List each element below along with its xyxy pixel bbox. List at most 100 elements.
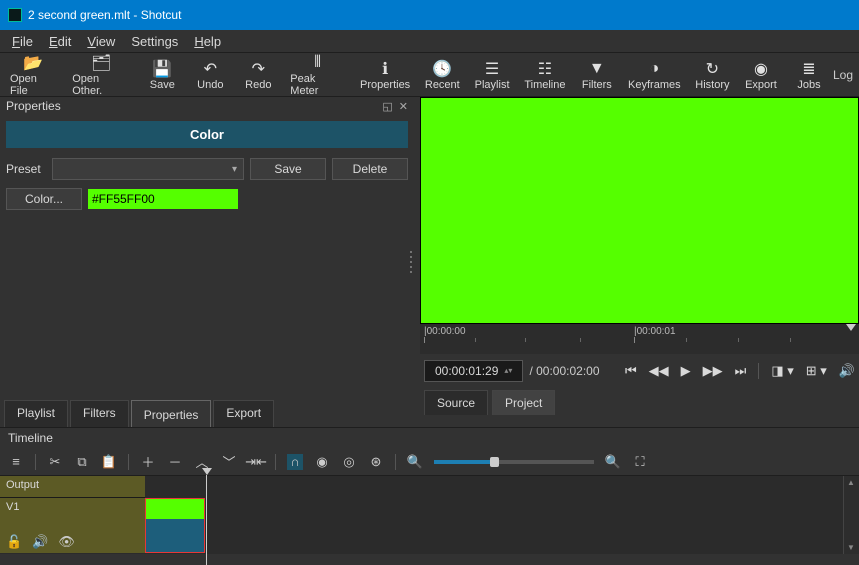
- log-button[interactable]: Log: [833, 68, 857, 82]
- timeline-tracks: Output V1 🔓 🔊 👁: [0, 476, 859, 554]
- volume-button[interactable]: 🔊: [839, 363, 855, 379]
- fast-forward-button[interactable]: ▶▶: [703, 363, 723, 379]
- properties-panel-header: Properties ◱ ✕: [0, 97, 414, 115]
- snap-icon[interactable]: ∩: [287, 454, 303, 470]
- redo-button[interactable]: ↷Redo: [234, 57, 282, 93]
- zoom-slider[interactable]: [434, 460, 594, 464]
- info-icon: ℹ: [382, 59, 388, 79]
- open-file-button[interactable]: 📂Open File: [2, 51, 64, 99]
- panel-undock-icon[interactable]: ◱: [382, 100, 392, 113]
- output-track-header[interactable]: Output: [0, 476, 145, 498]
- timeline-clip[interactable]: [145, 498, 205, 553]
- folder-open-icon: 📂: [23, 53, 43, 73]
- preview-viewport[interactable]: [420, 97, 859, 324]
- track-lock-icon[interactable]: 🔓: [6, 534, 22, 550]
- save-icon: 💾: [152, 59, 172, 79]
- transport-bar: 00:00:01:29 / 00:00:02:00 ⏮ ◀◀ ▶ ▶▶ ⏭ ◨ …: [420, 354, 859, 388]
- menu-help[interactable]: Help: [186, 34, 229, 49]
- zoom-in-icon[interactable]: 🔍: [605, 454, 621, 470]
- preview-tab-bar: Source Project: [420, 388, 859, 417]
- grid-toggle-button[interactable]: ⊞ ▾: [806, 363, 827, 379]
- window-title: 2 second green.mlt - Shotcut: [28, 8, 181, 22]
- funnel-icon: ▼: [589, 59, 605, 79]
- track-hide-icon[interactable]: 👁: [58, 534, 75, 550]
- rewind-button[interactable]: ◀◀: [649, 363, 669, 379]
- history-button[interactable]: ↻History: [688, 57, 737, 93]
- zoom-out-icon[interactable]: 🔍: [407, 454, 423, 470]
- tab-export[interactable]: Export: [213, 400, 274, 427]
- menu-view[interactable]: View: [79, 34, 123, 49]
- v1-track-header[interactable]: V1 🔓 🔊 👁: [0, 498, 145, 553]
- tab-source[interactable]: Source: [424, 390, 488, 415]
- overwrite-icon[interactable]: ﹀: [221, 454, 237, 470]
- track-label: V1: [6, 501, 19, 513]
- ripple-icon[interactable]: ◎: [341, 454, 357, 470]
- undo-button[interactable]: ↶Undo: [186, 57, 234, 93]
- properties-panel-title: Properties: [6, 99, 61, 113]
- app-icon: [8, 8, 22, 22]
- remove-icon[interactable]: －: [167, 454, 183, 470]
- open-other-button[interactable]: 🗂Open Other.: [64, 51, 138, 99]
- export-button[interactable]: ◉Export: [737, 57, 785, 93]
- split-icon[interactable]: ⇥⇤: [248, 454, 264, 470]
- meter-icon: ⫴: [314, 53, 321, 73]
- scrub-icon[interactable]: ◉: [314, 454, 330, 470]
- duration-label: / 00:00:02:00: [529, 364, 599, 378]
- preview-panel: |00:00:00 |00:00:01 00:00:01:29 / 00:00:…: [414, 97, 859, 427]
- timeline-playhead[interactable]: [202, 468, 212, 475]
- preview-ruler[interactable]: |00:00:00 |00:00:01: [420, 324, 859, 354]
- preset-combo[interactable]: [52, 158, 244, 180]
- jobs-button[interactable]: ≣Jobs: [785, 57, 833, 93]
- menu-file[interactable]: File: [4, 34, 41, 49]
- keyframes-button[interactable]: ◑Keyframes: [621, 57, 688, 93]
- menu-settings[interactable]: Settings: [123, 34, 186, 49]
- track-body[interactable]: [145, 476, 859, 554]
- panel-resize-grip[interactable]: [408, 247, 414, 277]
- zoom-fit-icon[interactable]: ⛶: [632, 454, 648, 470]
- timeline-vertical-scrollbar[interactable]: [843, 476, 859, 554]
- tab-playlist[interactable]: Playlist: [4, 400, 68, 427]
- preset-label: Preset: [6, 162, 46, 176]
- skip-prev-button[interactable]: ⏮: [625, 363, 637, 379]
- tab-project[interactable]: Project: [492, 390, 555, 415]
- tab-filters[interactable]: Filters: [70, 400, 129, 427]
- cut-icon[interactable]: ✂: [47, 454, 63, 470]
- properties-panel: Properties ◱ ✕ Color Preset Save Delete …: [0, 97, 414, 427]
- timeline-icon: ☷: [538, 59, 552, 79]
- playlist-button[interactable]: ☰Playlist: [467, 57, 517, 93]
- ripple-all-icon[interactable]: ⊛: [368, 454, 384, 470]
- ruler-scrubber[interactable]: [846, 324, 855, 354]
- undo-icon: ↶: [204, 59, 217, 79]
- skip-next-button[interactable]: ⏭: [735, 363, 747, 379]
- paste-icon[interactable]: 📋: [101, 454, 117, 470]
- color-swatch: #FF55FF00: [88, 189, 238, 209]
- zoom-toggle-button[interactable]: ◨ ▾: [771, 363, 793, 379]
- play-button[interactable]: ▶: [681, 363, 691, 379]
- track-mute-icon[interactable]: 🔊: [32, 534, 48, 550]
- menu-edit[interactable]: Edit: [41, 34, 79, 49]
- zoom-slider-thumb[interactable]: [490, 457, 499, 467]
- timeline-button[interactable]: ☷Timeline: [517, 57, 573, 93]
- filters-button[interactable]: ▼Filters: [573, 57, 621, 93]
- recent-button[interactable]: 🕓Recent: [417, 57, 467, 93]
- panel-tab-bar: Playlist Filters Properties Export: [0, 400, 414, 427]
- timecode-input[interactable]: 00:00:01:29: [424, 360, 523, 382]
- list-icon: ☰: [485, 59, 499, 79]
- peak-meter-button[interactable]: ⫴Peak Meter: [282, 51, 353, 99]
- color-picker-button[interactable]: Color...: [6, 188, 82, 210]
- preset-delete-button[interactable]: Delete: [332, 158, 408, 180]
- title-bar: 2 second green.mlt - Shotcut: [0, 0, 859, 30]
- append-icon[interactable]: ＋: [140, 454, 156, 470]
- folder-plus-icon: 🗂: [91, 53, 111, 73]
- copy-icon[interactable]: ⧉: [74, 454, 90, 470]
- timeline-toolbar: ≡ ✂ ⧉ 📋 ＋ － ︿ ﹀ ⇥⇤ ∩ ◉ ◎ ⊛ 🔍 🔍 ⛶: [0, 448, 859, 476]
- preset-save-button[interactable]: Save: [250, 158, 326, 180]
- keyframes-icon: ◑: [649, 59, 659, 79]
- timeline-menu-icon[interactable]: ≡: [8, 454, 24, 470]
- main-area: Properties ◱ ✕ Color Preset Save Delete …: [0, 97, 859, 427]
- save-button[interactable]: 💾Save: [138, 57, 186, 93]
- clip-thumbnail: [146, 499, 204, 519]
- tab-properties[interactable]: Properties: [131, 400, 212, 427]
- panel-close-icon[interactable]: ✕: [399, 100, 408, 113]
- properties-button[interactable]: ℹProperties: [353, 57, 418, 93]
